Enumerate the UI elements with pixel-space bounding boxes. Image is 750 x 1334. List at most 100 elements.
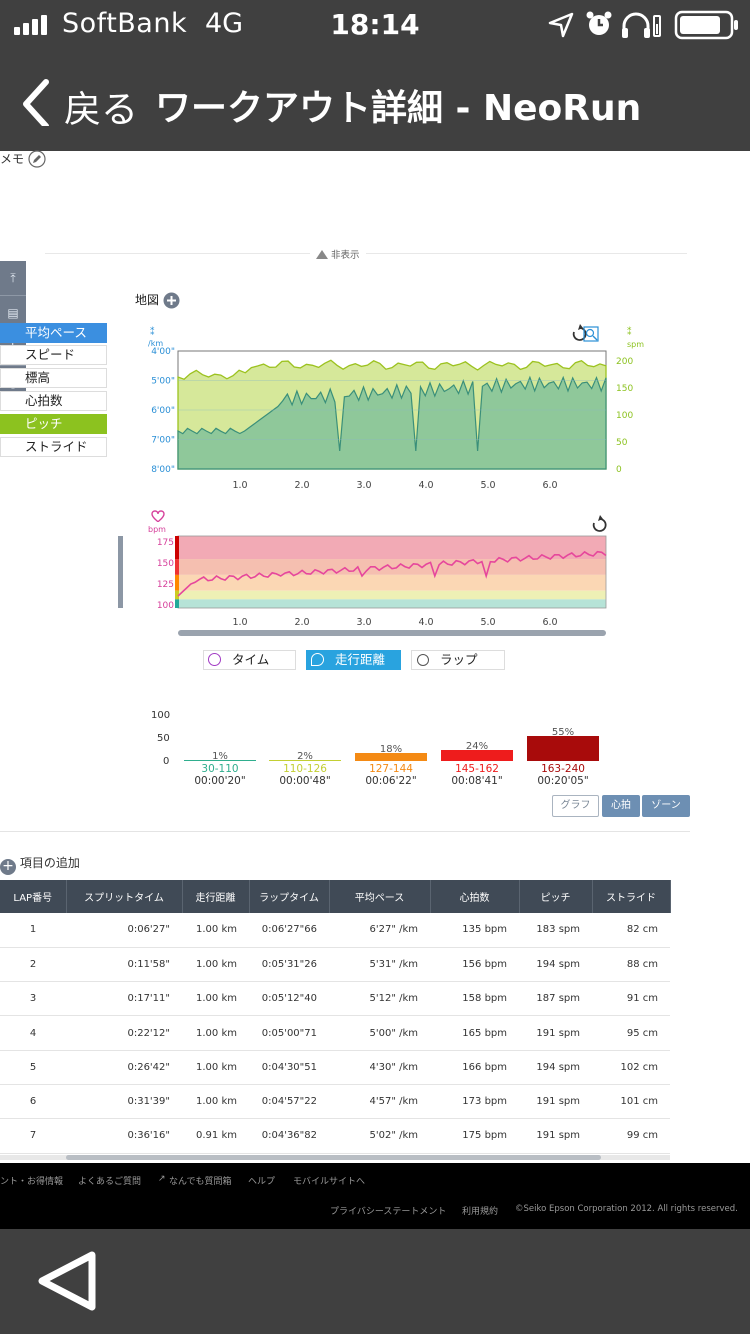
table-cell: 1.00 km [182,947,249,983]
distance-icon [311,653,324,666]
table-cell: 5'00" /km [329,1015,430,1051]
table-cell: 1.00 km [182,981,249,1017]
table-cell: 4'30" /km [329,1050,430,1085]
memo-label: メモ [0,152,25,166]
table-cell: 183 spm [519,913,592,948]
add-map-icon[interactable] [163,292,180,309]
legend-heart-rate[interactable]: 心拍数 [0,391,107,411]
zone-range: 163-240 [541,763,585,775]
x-tick: 1.0 [232,480,247,491]
pitch-tick: 150 [616,384,633,394]
zone-time: 00:06'22" [365,775,417,787]
section-divider [0,831,690,832]
chevron-left-icon [23,79,49,126]
tab-time[interactable]: タイム [203,650,296,670]
heart-rate-chart: bpm 175 150 125 100 1.0 2.0 3.0 4.0 5.0 6.0 [118,510,607,636]
zone-time: 00:00'48" [279,775,331,787]
table-cell: 0:05'00"71 [249,1015,329,1051]
table-cell: 187 spm [519,981,592,1017]
pace-pitch-chart: ⁑ /km ⁑ spm 4'00" 5'00" 6'00" 7'00" 8'00" 200… [148,324,644,491]
zone-percent: 24% [465,741,489,753]
table-cell: 5'31" /km [329,947,430,983]
zone-time: 00:20'05" [537,775,589,787]
table-cell: 0:05'12"40 [249,981,329,1017]
zone-range: 110-126 [283,763,327,775]
column-header[interactable]: ピッチ [519,880,593,913]
table-cell: 0:11'58" [66,947,182,983]
legend-stride[interactable]: ストライド [0,437,107,457]
graph-view-button[interactable]: グラフ [552,795,599,817]
column-header[interactable]: 心拍数 [430,880,520,913]
zoom-icon[interactable] [583,326,599,342]
triangle-up-icon [316,250,328,259]
column-header[interactable]: ストライド [592,880,671,913]
table-cell: 1.00 km [182,1050,249,1085]
hide-toggle[interactable]: 非表示 [310,247,366,261]
tab-lap[interactable]: ラップ [411,650,505,670]
x-tick: 4.0 [418,480,433,491]
screen: SoftBank 4G 18:14 戻る ワークアウト詳細 - NeoRun メ… [0,0,750,1334]
back-triangle-icon[interactable] [36,1249,100,1313]
site-footer: ント・お得情報 よくあるご質問 ↗ なんでも質問箱 ヘルプ モバイルサイトへ プ… [0,1163,750,1229]
zone-range: 145-162 [455,763,499,775]
horizontal-scrollbar[interactable] [66,1155,601,1160]
edit-memo-icon[interactable] [28,150,46,168]
table-row: 4 0:22'12" 1.00 km 0:05'00"71 5'00" /km 165 b… [0,1015,670,1051]
reset-zoom-icon[interactable] [592,515,607,532]
zone-range: 30-110 [201,763,239,775]
column-header[interactable]: 平均ペース [329,880,431,913]
legend-speed[interactable]: スピード [0,345,107,365]
footer-link[interactable]: なんでも質問箱 [169,1174,232,1187]
zone-time: 00:00'20" [194,775,246,787]
add-items-button[interactable]: + 項目の追加 [0,854,80,875]
x-tick: 1.0 [232,617,247,628]
table-cell: 3 [0,981,66,1017]
table-cell: 5'12" /km [329,981,430,1017]
navigation-bar: 戻る ワークアウト詳細 - NeoRun [0,50,750,151]
scroll-top-icon[interactable]: ⤒ [0,261,26,296]
pace-tick: 7'00" [151,436,175,446]
column-header[interactable]: スプリットタイム [66,880,183,913]
pace-tick: 6'00" [151,406,175,416]
clock-icon [208,653,221,666]
heart-view-button[interactable]: 心拍 [602,795,640,817]
column-header[interactable]: LAP番号 [0,880,67,913]
column-header[interactable]: 走行距離 [182,880,250,913]
table-cell: 1 [0,913,66,948]
table-cell: 1.00 km [182,913,249,948]
heart-icon [151,510,165,523]
zone-range: 127-144 [369,763,413,775]
footer-link[interactable]: よくあるご質問 [78,1174,141,1187]
section-divider [45,253,687,254]
table-cell: 191 spm [519,1015,592,1051]
zone-view-button[interactable]: ゾーン [642,795,690,817]
table-row: 1 0:06'27" 1.00 km 0:06'27"66 6'27" /km 135 b… [0,913,670,948]
pitch-tick: 200 [616,357,633,367]
terms-link[interactable]: 利用規約 [462,1204,498,1217]
vertical-scrollbar[interactable] [118,536,123,608]
status-bar: SoftBank 4G 18:14 [0,0,750,50]
privacy-link[interactable]: プライバシーステートメント [330,1204,446,1217]
table-header-row: LAP番号 スプリットタイム 走行距離 ラップタイム 平均ペース 心拍数 ピッチ… [0,880,671,913]
footer-link[interactable]: ント・お得情報 [0,1174,63,1187]
table-cell: 102 cm [592,1050,670,1085]
legend-pitch[interactable]: ピッチ [0,414,107,434]
chart-plot-area[interactable]: 175 150 125 100 1.0 2.0 3.0 4.0 5.0 6.0 [157,535,607,628]
page-title: ワークアウト詳細 - NeoRun [155,88,642,129]
footer-link[interactable]: モバイルサイトへ [293,1174,365,1187]
pitch-tick: 100 [616,411,633,421]
table-cell: 0:06'27"66 [249,913,329,948]
legend-avg-pace[interactable]: 平均ペース [0,323,107,343]
tab-distance[interactable]: 走行距離 [306,650,401,670]
zone-y-tick: 0 [163,756,170,767]
legend-elevation[interactable]: 標高 [0,368,107,388]
table-cell: 0:04'57"22 [249,1084,329,1120]
table-cell: 101 cm [592,1084,670,1120]
horizontal-scrollbar[interactable] [178,630,606,636]
column-header[interactable]: ラップタイム [249,880,330,913]
table-cell: 191 spm [519,1118,592,1154]
table-cell: 5 [0,1050,66,1085]
chart-plot-area[interactable]: 4'00" 5'00" 6'00" 7'00" 8'00" 200 150 100 50 0 1.0… [151,347,633,491]
table-cell: 1.00 km [182,1084,249,1120]
footer-link[interactable]: ヘルプ [248,1174,275,1187]
